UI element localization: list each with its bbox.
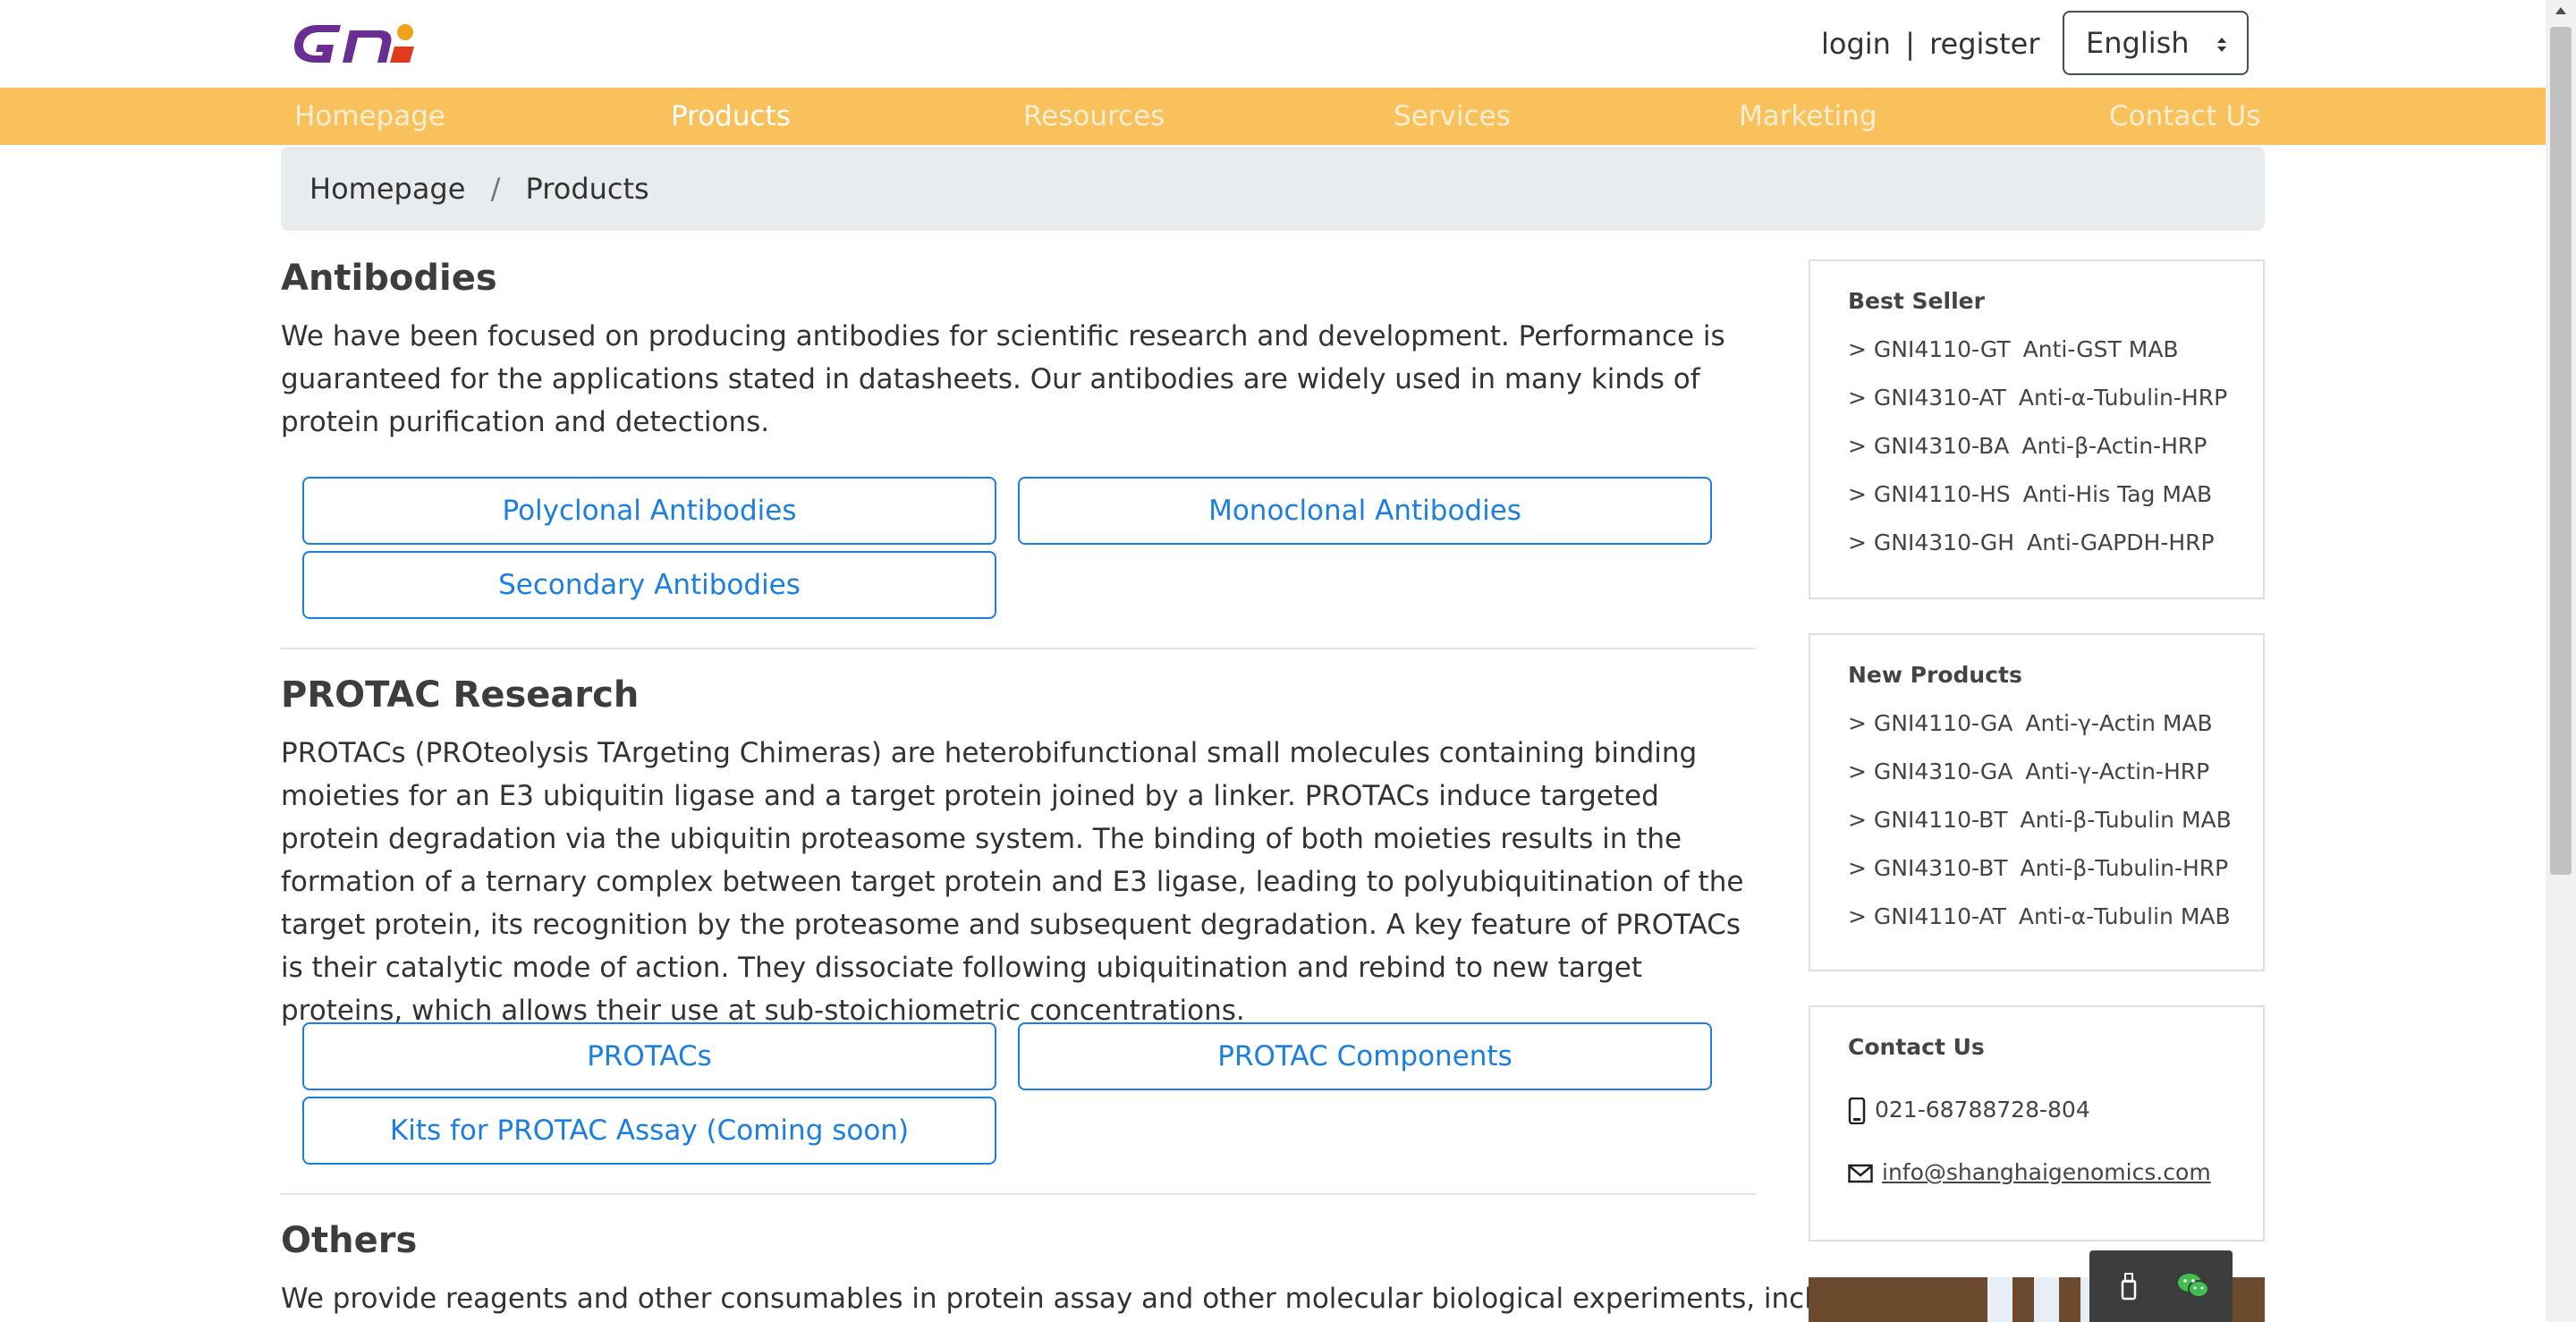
best-seller-item[interactable]: > GNI4310-BA Anti-β-Actin-HRP xyxy=(1848,433,2207,459)
new-product-item[interactable]: > GNI4310-GA Anti-γ-Actin-HRP xyxy=(1848,758,2209,784)
breadcrumb-homepage[interactable]: Homepage xyxy=(309,172,465,206)
section-divider xyxy=(281,648,1757,649)
item-name: Anti-γ-Actin MAB xyxy=(2025,710,2213,736)
item-name: Anti-GAPDH-HRP xyxy=(2027,530,2215,555)
banner-decoration xyxy=(2034,1277,2059,1322)
item-name: Anti-GST MAB xyxy=(2022,336,2179,362)
nav-resources[interactable]: Resources xyxy=(1023,88,1165,145)
item-code: GNI4310-AT xyxy=(1873,385,2006,411)
item-name: Anti-β-Tubulin-HRP xyxy=(2020,855,2229,881)
item-arrow: > xyxy=(1848,385,1867,411)
new-product-item[interactable]: > GNI4110-AT Anti-α-Tubulin MAB xyxy=(1848,903,2231,929)
best-seller-item[interactable]: > GNI4110-HS Anti-His Tag MAB xyxy=(1848,481,2212,507)
section-text-others: We provide reagents and other consumable… xyxy=(281,1283,1891,1315)
floating-toolbar xyxy=(2089,1250,2233,1322)
scrollbar-thumb[interactable] xyxy=(2550,27,2572,875)
section-title-antibodies: Antibodies xyxy=(281,258,497,299)
item-arrow: > xyxy=(1848,481,1867,507)
item-code: GNI4310-BT xyxy=(1873,855,2008,881)
item-code: GNI4110-GA xyxy=(1873,710,2013,736)
best-seller-item[interactable]: > GNI4310-GH Anti-GAPDH-HRP xyxy=(1848,530,2215,555)
usb-icon[interactable] xyxy=(2118,1272,2140,1301)
nav-homepage[interactable]: Homepage xyxy=(294,88,445,145)
new-product-item[interactable]: > GNI4110-GA Anti-γ-Actin MAB xyxy=(1848,710,2213,736)
item-arrow: > xyxy=(1848,903,1867,929)
logo-dot xyxy=(397,24,413,40)
best-seller-item[interactable]: > GNI4110-GT Anti-GST MAB xyxy=(1848,336,2179,362)
nav-contact-us[interactable]: Contact Us xyxy=(2109,88,2260,145)
item-name: Anti-α-Tubulin-HRP xyxy=(2018,385,2228,411)
item-name: Anti-β-Actin-HRP xyxy=(2021,433,2207,459)
polyclonal-antibodies-button[interactable]: Polyclonal Antibodies xyxy=(302,477,996,545)
item-arrow: > xyxy=(1848,530,1867,555)
wechat-icon[interactable] xyxy=(2177,1272,2209,1299)
item-code: GNI4310-GH xyxy=(1873,530,2015,555)
auth-separator: | xyxy=(1905,27,1915,61)
gni-logo[interactable] xyxy=(291,21,445,64)
item-arrow: > xyxy=(1848,807,1867,833)
section-text-antibodies: We have been focused on producing antibo… xyxy=(281,320,1725,438)
new-products-title: New Products xyxy=(1848,662,2022,688)
item-code: GNI4110-AT xyxy=(1873,903,2006,929)
item-code: GNI4310-BA xyxy=(1873,433,2010,459)
new-products-card: New Products > GNI4110-GA Anti-γ-Actin MA… xyxy=(1809,633,2265,971)
item-arrow: > xyxy=(1848,433,1867,459)
item-code: GNI4110-GT xyxy=(1873,336,2011,362)
protacs-button[interactable]: PROTACs xyxy=(302,1022,996,1090)
nav-products[interactable]: Products xyxy=(671,88,791,145)
main-nav: Homepage Products Resources Services Mar… xyxy=(0,88,2546,145)
best-seller-title: Best Seller xyxy=(1848,288,1985,314)
section-title-protac: PROTAC Research xyxy=(281,674,640,716)
page-scrollbar[interactable] xyxy=(2546,0,2576,1322)
nav-marketing[interactable]: Marketing xyxy=(1739,88,1877,145)
item-arrow: > xyxy=(1848,855,1867,881)
select-caret-icon xyxy=(2217,38,2226,52)
mail-icon xyxy=(1848,1164,1873,1183)
contact-phone-number: 021-68788728-804 xyxy=(1875,1097,2090,1123)
new-product-item[interactable]: > GNI4310-BT Anti-β-Tubulin-HRP xyxy=(1848,855,2228,881)
login-link[interactable]: login xyxy=(1821,27,1891,61)
page: login | register English Homepage Produc… xyxy=(0,0,2546,1322)
breadcrumb: Homepage / Products xyxy=(281,147,2265,231)
best-seller-item[interactable]: > GNI4310-AT Anti-α-Tubulin-HRP xyxy=(1848,385,2227,411)
scroll-up-arrow[interactable] xyxy=(2555,7,2566,14)
item-code: GNI4310-GA xyxy=(1873,758,2013,784)
monoclonal-antibodies-button[interactable]: Monoclonal Antibodies xyxy=(1018,477,1712,545)
auth-links: login | register xyxy=(1821,27,2039,61)
register-link[interactable]: register xyxy=(1929,27,2039,61)
logo-bar xyxy=(390,47,414,63)
protac-assay-kits-button[interactable]: Kits for PROTAC Assay (Coming soon) xyxy=(302,1097,996,1165)
contact-email: info@shanghaigenomics.com xyxy=(1848,1159,2211,1185)
contact-title: Contact Us xyxy=(1848,1034,1985,1060)
item-code: GNI4110-BT xyxy=(1873,807,2008,833)
nav-services[interactable]: Services xyxy=(1394,88,1511,145)
contact-card: Contact Us 021-68788728-804 info@shangha… xyxy=(1809,1005,2265,1241)
item-arrow: > xyxy=(1848,710,1867,736)
item-code: GNI4110-HS xyxy=(1873,481,2011,507)
item-arrow: > xyxy=(1848,758,1867,784)
item-name: Anti-β-Tubulin MAB xyxy=(2020,807,2232,833)
protac-components-button[interactable]: PROTAC Components xyxy=(1018,1022,1712,1090)
item-name: Anti-γ-Actin-HRP xyxy=(2025,758,2210,784)
phone-icon xyxy=(1848,1097,1866,1125)
banner-decoration xyxy=(1987,1277,2012,1322)
item-name: Anti-α-Tubulin MAB xyxy=(2018,903,2231,929)
language-select[interactable]: English xyxy=(2063,11,2249,75)
best-seller-card: Best Seller > GNI4110-GT Anti-GST MAB > G… xyxy=(1809,259,2265,599)
breadcrumb-separator: / xyxy=(490,172,501,206)
logo-letters xyxy=(294,25,392,63)
new-product-item[interactable]: > GNI4110-BT Anti-β-Tubulin MAB xyxy=(1848,807,2232,833)
language-value: English xyxy=(2086,26,2190,60)
contact-phone: 021-68788728-804 xyxy=(1848,1097,2090,1125)
secondary-antibodies-button[interactable]: Secondary Antibodies xyxy=(302,551,996,619)
section-text-protac: PROTACs (PROteolysis TArgeting Chimeras)… xyxy=(281,737,1744,1027)
section-title-others: Others xyxy=(281,1220,418,1261)
item-name: Anti-His Tag MAB xyxy=(2022,481,2213,507)
contact-email-link[interactable]: info@shanghaigenomics.com xyxy=(1882,1159,2211,1185)
section-divider xyxy=(281,1193,1757,1195)
item-arrow: > xyxy=(1848,336,1867,362)
breadcrumb-products: Products xyxy=(525,172,649,206)
